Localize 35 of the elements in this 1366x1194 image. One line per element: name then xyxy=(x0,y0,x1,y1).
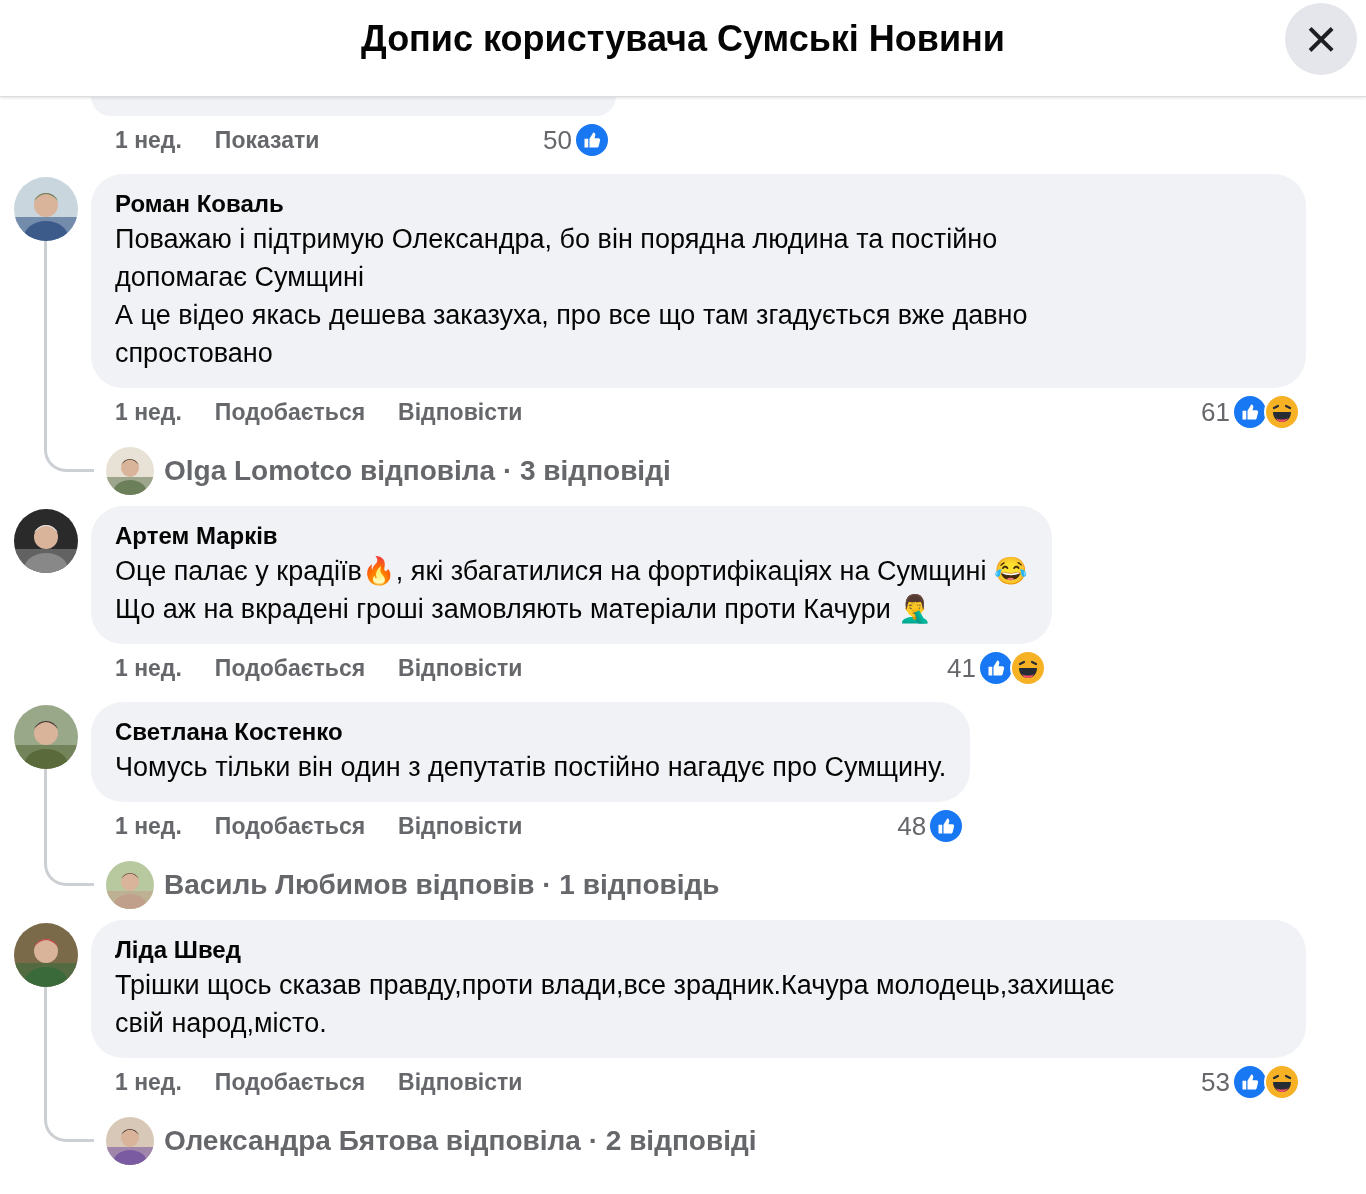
timestamp: 1 нед. xyxy=(115,125,182,155)
close-button[interactable]: × xyxy=(1285,3,1357,75)
replies-link[interactable]: Василь Любимов відповів · 1 відповідь xyxy=(164,864,720,906)
action-link[interactable]: Відповісти xyxy=(398,650,523,686)
replies-link[interactable]: Олександра Бятова відповіла · 2 відповіді xyxy=(164,1120,757,1162)
laughing-face-icon xyxy=(1009,650,1046,686)
comment-author[interactable]: Светлана Костенко xyxy=(115,716,947,748)
comment-author[interactable]: Ліда Швед xyxy=(115,934,1282,966)
reaction-count: 41 xyxy=(947,651,976,685)
action-link[interactable]: Подобається xyxy=(214,394,366,430)
action-link[interactable]: Подобається xyxy=(214,808,366,844)
laughing-face-icon xyxy=(1264,1064,1300,1100)
window-title: Допис користувача Сумські Новини xyxy=(361,17,1005,61)
comment-text: Трішки щось сказав правду,проти влади,все зрадник.Качура молодець,захищає свій народ,місто. xyxy=(115,969,1116,1040)
comment-text: Поважаю і підтримую Олександра, бо він порядна людина та постійно допомагає Сумщині А це відео якась дешева заказуха, про все що там згадується вже давно спростовано xyxy=(115,223,1029,370)
action-link[interactable]: Показати xyxy=(214,122,320,158)
action-link[interactable]: Відповісти xyxy=(398,808,523,844)
comment-author[interactable]: Роман Коваль xyxy=(115,188,1282,220)
comment-text: Чомусь тільки він один з депутатів постійно нагадує про Сумщину. xyxy=(115,751,947,784)
reaction-count: 48 xyxy=(897,809,927,843)
action-link[interactable]: Подобається xyxy=(214,650,366,686)
reaction-count: 50 xyxy=(543,123,572,157)
reaction-count: 53 xyxy=(1201,1065,1230,1099)
comment-text: Оце палає у крадіїв🔥, які збагатилися на фортифікаціях на Сумщині 😂 Що аж на вкрадені гроші замовляють матеріали проти Качури 🤦‍♂ xyxy=(115,555,1028,626)
laughing-face-icon xyxy=(1264,394,1300,430)
reaction-count: 61 xyxy=(1201,395,1230,429)
replies-link[interactable]: Olga Lomotco відповіла · 3 відповіді xyxy=(164,450,671,492)
timestamp: 1 нед. xyxy=(115,653,182,683)
timestamp: 1 нед. xyxy=(115,811,182,841)
comment-author[interactable]: Артем Марків xyxy=(115,520,1028,552)
action-link[interactable]: Відповісти xyxy=(398,394,523,430)
timestamp: 1 нед. xyxy=(115,397,182,427)
timestamp: 1 нед. xyxy=(115,1067,182,1097)
action-link[interactable]: Подобається xyxy=(214,1064,366,1100)
action-link[interactable]: Відповісти xyxy=(398,1064,523,1100)
